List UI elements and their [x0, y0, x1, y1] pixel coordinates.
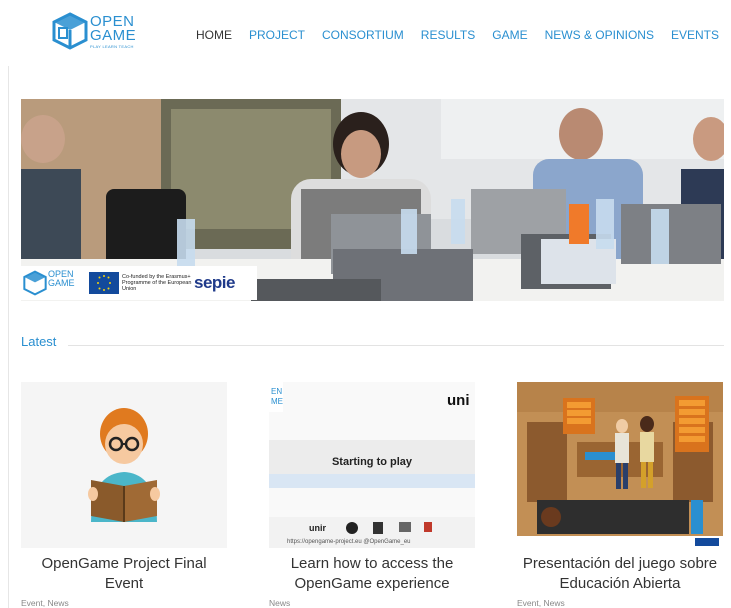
post-title[interactable]: OpenGame Project Final Event	[21, 554, 227, 594]
nav-game[interactable]: GAME	[492, 28, 527, 42]
post-thumbnail[interactable]	[517, 382, 723, 548]
post-card[interactable]: EN ME uni Starting to play unir https://…	[269, 382, 475, 608]
post-thumbnail[interactable]	[21, 382, 227, 548]
site-header: OPEN GAME PLAY LEARN TEACH HOME PROJECT …	[0, 0, 731, 66]
thumb-slide-text: Starting to play	[331, 456, 413, 468]
nav-consortium[interactable]: CONSORTIUM	[322, 28, 404, 42]
main-nav: HOME PROJECT CONSORTIUM RESULTS GAME NEW…	[196, 28, 731, 42]
post-card[interactable]: OpenGame Project Final Event Event, News	[21, 382, 227, 608]
post-title[interactable]: Presentación del juego sobre Educación A…	[517, 554, 723, 594]
post-thumbnail[interactable]: EN ME uni Starting to play unir https://…	[269, 382, 475, 548]
post-categories[interactable]: Event, News	[517, 598, 723, 608]
logo-tagline: PLAY LEARN TEACH	[90, 44, 134, 49]
nav-events[interactable]: EVENTS	[671, 28, 719, 42]
reader-illustration	[21, 382, 227, 548]
svg-text:EN: EN	[271, 387, 282, 396]
nav-results[interactable]: RESULTS	[421, 28, 475, 42]
post-categories[interactable]: Event, News	[21, 598, 227, 608]
post-title[interactable]: Learn how to access the OpenGame experie…	[269, 554, 475, 594]
opengame-cube-icon	[52, 12, 88, 50]
sepie-logo: sepie	[194, 273, 235, 292]
game-screenshot	[517, 382, 723, 548]
funding-opengame-logo: OPEN GAME	[23, 268, 83, 298]
nav-news-opinions[interactable]: NEWS & OPINIONS	[545, 28, 654, 42]
logo-word-game: GAME	[90, 27, 137, 44]
thumb-url: https://opengame-project.eu @OpenGame_eu	[287, 539, 411, 545]
logo-wordmark: OPEN GAME	[90, 14, 137, 44]
post-categories[interactable]: News	[269, 598, 475, 608]
latest-heading: Latest	[21, 334, 57, 349]
eu-flag-icon	[89, 272, 119, 294]
thumb-brand: uni	[447, 392, 470, 409]
funding-text: Co-funded by the Erasmus+ Programme of t…	[122, 274, 192, 292]
opengame-cube-icon	[23, 270, 47, 296]
nav-home[interactable]: HOME	[196, 28, 232, 42]
latest-divider	[68, 345, 724, 346]
funding-logo-game: GAME	[48, 278, 75, 288]
site-logo[interactable]: OPEN GAME PLAY LEARN TEACH	[52, 12, 142, 52]
post-card[interactable]: Presentación del juego sobre Educación A…	[517, 382, 723, 608]
thumb-unir-logo: unir	[309, 523, 326, 533]
svg-text:ME: ME	[271, 397, 283, 406]
nav-project[interactable]: PROJECT	[249, 28, 305, 42]
funding-banner: OPEN GAME Co-funded by the Erasmus+ Prog…	[21, 266, 257, 300]
